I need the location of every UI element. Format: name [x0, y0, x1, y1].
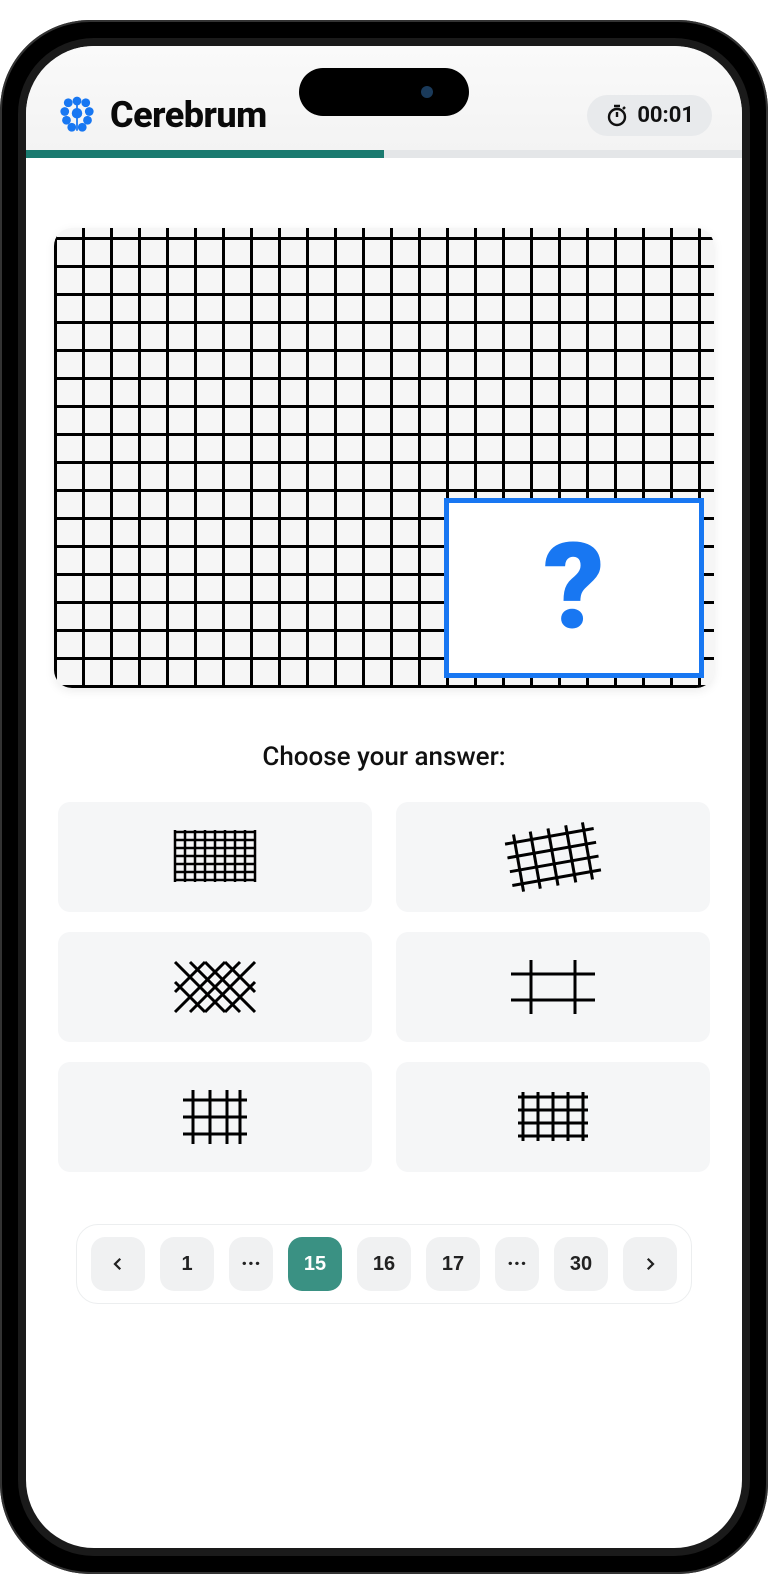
- sparse-grid-tall-icon: [155, 1082, 275, 1152]
- timer-badge: 00:01: [587, 95, 712, 136]
- progress-bar: [26, 150, 742, 158]
- answer-option-2[interactable]: [396, 802, 710, 912]
- pager-page-current[interactable]: 15: [288, 1237, 342, 1291]
- answer-option-1[interactable]: [58, 802, 372, 912]
- chevron-right-icon: [641, 1255, 659, 1273]
- brain-icon: [56, 94, 98, 136]
- pager-ellipsis-left: ···: [229, 1237, 273, 1291]
- answer-option-4[interactable]: [396, 932, 710, 1042]
- progress-fill: [26, 150, 384, 158]
- puzzle-card: ?: [54, 228, 714, 688]
- dynamic-island: [299, 68, 469, 116]
- small-regular-grid-icon: [493, 1082, 613, 1152]
- screen: Cerebrum 00:01: [26, 46, 742, 1548]
- question-mark-icon: ?: [543, 528, 604, 648]
- answer-prompt: Choose your answer:: [54, 742, 714, 772]
- answer-option-3[interactable]: [58, 932, 372, 1042]
- missing-piece: ?: [444, 498, 704, 678]
- brand: Cerebrum: [56, 94, 267, 136]
- answer-option-6[interactable]: [396, 1062, 710, 1172]
- pager-page-16[interactable]: 16: [357, 1237, 411, 1291]
- pager-page-1[interactable]: 1: [160, 1237, 214, 1291]
- pager-next-button[interactable]: [623, 1237, 677, 1291]
- content-area: ? Choose your answer:: [26, 158, 742, 1548]
- stopwatch-icon: [605, 103, 629, 127]
- pager-ellipsis-right: ···: [495, 1237, 539, 1291]
- brand-name: Cerebrum: [110, 94, 267, 136]
- answer-option-5[interactable]: [58, 1062, 372, 1172]
- timer-value: 00:01: [637, 103, 694, 128]
- pager-prev-button[interactable]: [91, 1237, 145, 1291]
- dense-grid-icon: [155, 822, 275, 892]
- phone-frame: Cerebrum 00:01: [0, 20, 768, 1574]
- phone-frame-inner: Cerebrum 00:01: [18, 38, 750, 1556]
- question-pager: 1 ··· 15 16 17 ··· 30: [76, 1224, 692, 1304]
- pager-page-last[interactable]: 30: [554, 1237, 608, 1291]
- pager-page-17[interactable]: 17: [426, 1237, 480, 1291]
- answer-grid: [54, 802, 714, 1172]
- chevron-left-icon: [109, 1255, 127, 1273]
- skewed-grid-icon: [493, 822, 613, 892]
- cross-frame-icon: [493, 952, 613, 1022]
- diamond-lattice-icon: [155, 952, 275, 1022]
